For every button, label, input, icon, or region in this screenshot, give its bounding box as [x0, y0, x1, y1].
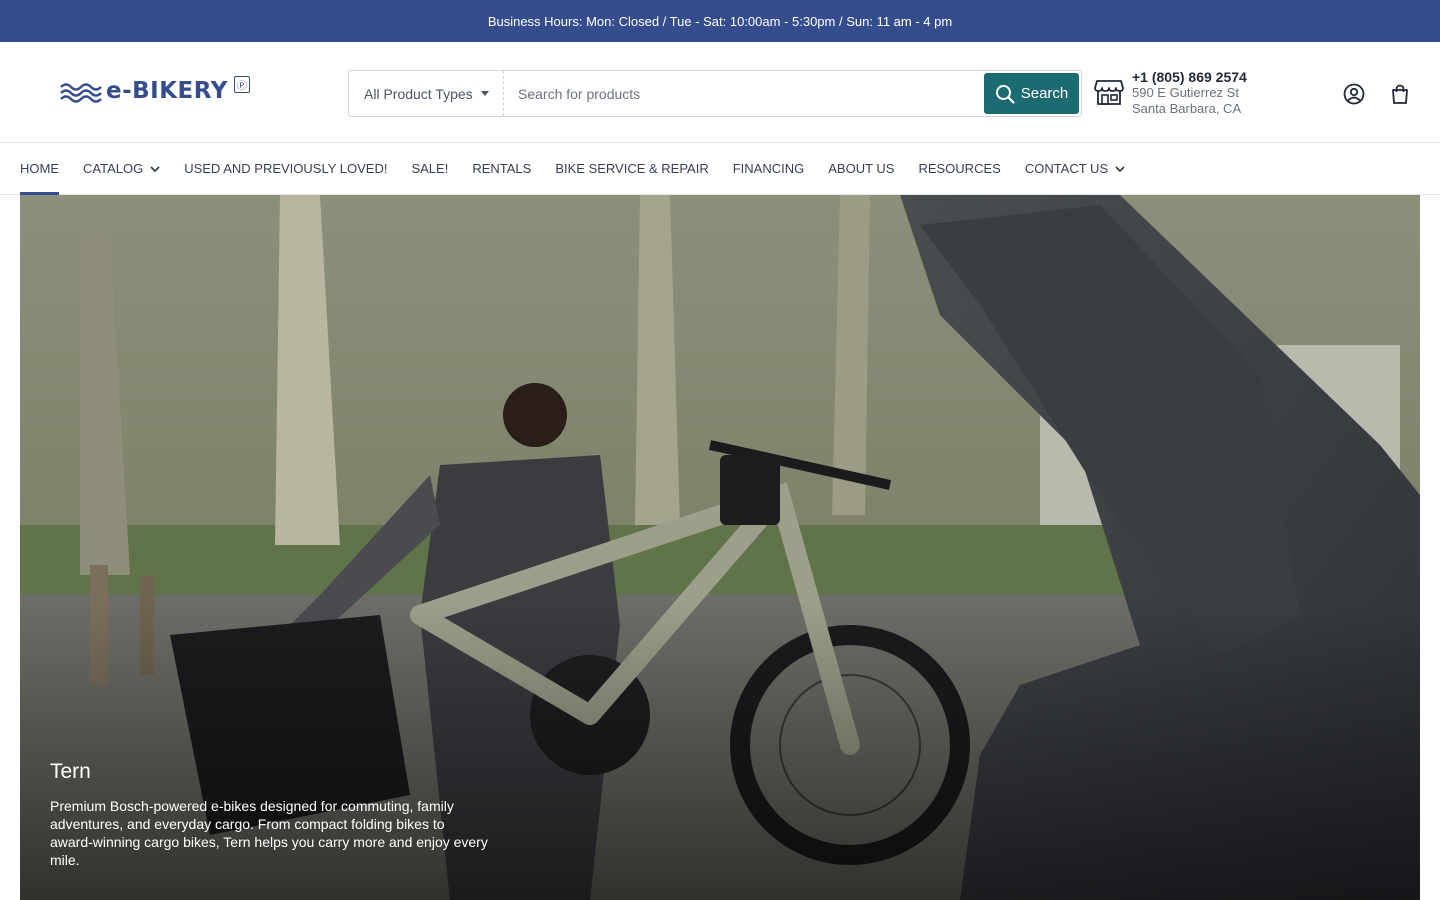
product-type-label: All Product Types — [364, 85, 473, 102]
chevron-down-icon — [1115, 165, 1125, 172]
storefront-icon — [1094, 80, 1124, 105]
search-bar: All Product Types Search — [348, 70, 1082, 117]
store-address-line1: 590 E Gutierrez St — [1132, 85, 1239, 100]
announcement-bar: Business Hours: Mon: Closed / Tue - Sat:… — [0, 0, 1440, 42]
main-nav: HOME CATALOG USED AND PREVIOUSLY LOVED! … — [0, 143, 1440, 195]
chevron-down-icon — [150, 165, 160, 172]
site-header: e-BIKERY Ⓟ All Product Types Search +1 (… — [0, 42, 1440, 143]
hero-title: Tern — [50, 760, 91, 783]
nav-item-label: HOME — [20, 161, 59, 176]
nav-item-label: RENTALS — [472, 161, 532, 176]
search-button[interactable]: Search — [984, 73, 1079, 114]
nav-item-label: FINANCING — [732, 161, 805, 176]
hero-caption: Tern Premium Bosch-powered e-bikes desig… — [50, 760, 490, 869]
logo-text: e-BIKERY — [106, 78, 228, 104]
nav-item-home[interactable]: HOME — [20, 143, 59, 195]
nav-item-rentals[interactable]: RENTALS — [472, 143, 531, 194]
nav-item-label: USED AND PREVIOUSLY LOVED! — [184, 161, 388, 176]
nav-item-about[interactable]: ABOUT US — [828, 143, 894, 194]
nav-item-contact[interactable]: CONTACT US — [1025, 143, 1125, 194]
nav-item-label: CATALOG — [83, 161, 144, 176]
store-info: +1 (805) 869 2574 590 E Gutierrez St San… — [1094, 69, 1247, 117]
nav-item-label: BIKE SERVICE & REPAIR — [555, 161, 709, 176]
nav-item-catalog[interactable]: CATALOG — [83, 143, 160, 194]
nav-item-label: RESOURCES — [918, 161, 1001, 176]
nav-item-resources[interactable]: RESOURCES — [918, 143, 1000, 194]
logo-badge-icon: Ⓟ — [233, 76, 250, 93]
waves-logo-icon — [60, 82, 102, 103]
search-input[interactable] — [504, 71, 982, 116]
user-account-icon — [1343, 83, 1365, 105]
store-address-line2: Santa Barbara, CA — [1132, 101, 1242, 116]
header-actions — [1342, 82, 1412, 106]
product-type-select[interactable]: All Product Types — [349, 71, 504, 116]
nav-item-sale[interactable]: SALE! — [411, 143, 448, 194]
nav-item-service[interactable]: BIKE SERVICE & REPAIR — [555, 143, 708, 194]
nav-item-label: CONTACT US — [1024, 161, 1109, 176]
search-icon — [995, 84, 1015, 104]
nav-item-label: ABOUT US — [828, 161, 895, 176]
hero-banner[interactable]: Tern Premium Bosch-powered e-bikes desig… — [20, 195, 1420, 900]
logo[interactable]: e-BIKERY Ⓟ — [60, 76, 250, 104]
business-hours: Business Hours: Mon: Closed / Tue - Sat:… — [487, 13, 953, 29]
nav-item-label: SALE! — [411, 161, 449, 176]
account-button[interactable] — [1342, 82, 1366, 106]
cart-button[interactable] — [1388, 82, 1412, 106]
store-phone[interactable]: +1 (805) 869 2574 — [1132, 69, 1247, 85]
hero-description: Premium Bosch-powered e-bikes designed f… — [50, 798, 488, 868]
search-button-label: Search — [1020, 85, 1069, 102]
nav-item-financing[interactable]: FINANCING — [733, 143, 805, 194]
nav-item-used[interactable]: USED AND PREVIOUSLY LOVED! — [184, 143, 387, 194]
shopping-bag-icon — [1392, 84, 1408, 104]
caret-down-icon — [480, 91, 489, 96]
